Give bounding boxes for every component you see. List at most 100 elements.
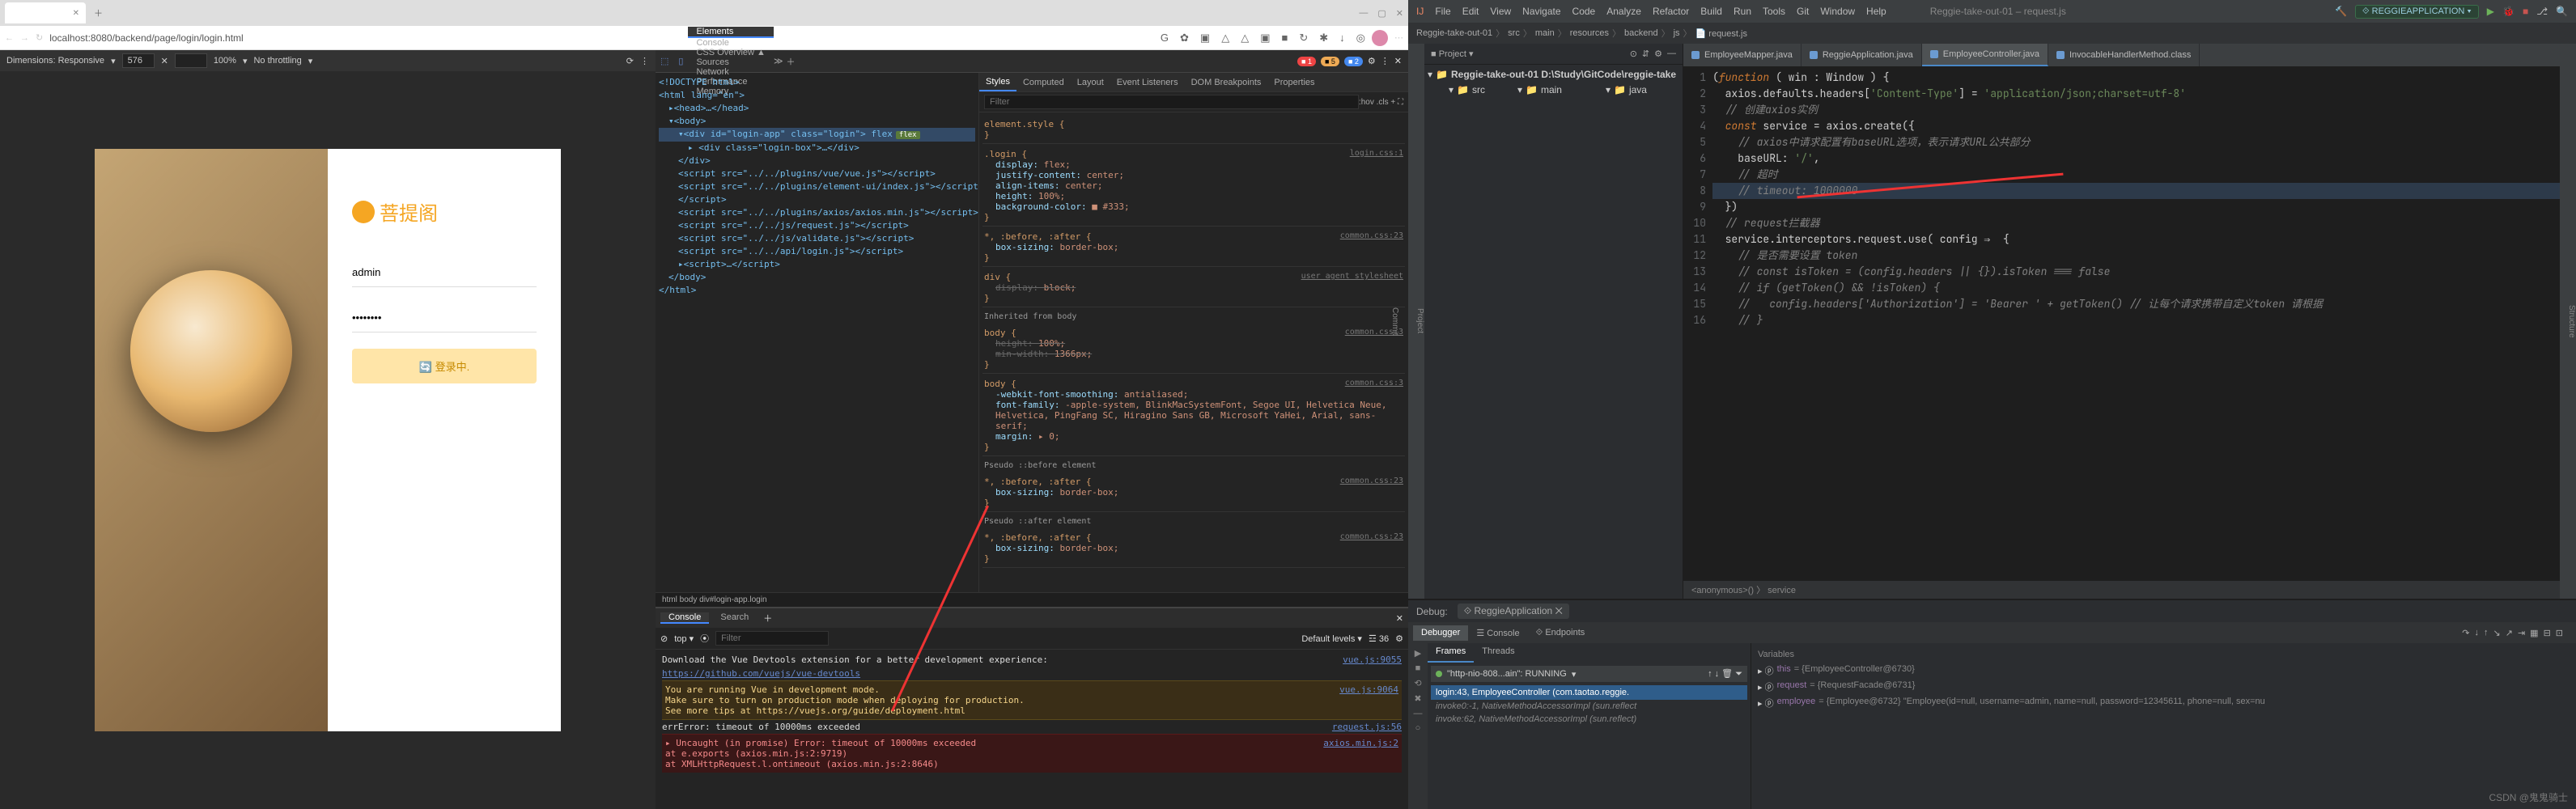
debug-step-icon[interactable]: ⇥ <box>2518 628 2525 638</box>
editor-tab[interactable]: ReggieApplication.java <box>1802 44 1922 66</box>
throttling-select[interactable]: No throttling <box>253 56 301 66</box>
editor-tab[interactable]: EmployeeController.java <box>1922 44 2048 66</box>
addr-ext-icon[interactable]: ▣ <box>1200 32 1210 44</box>
debug-ctrl-icon[interactable]: — <box>1414 709 1423 718</box>
console-close-icon[interactable]: ✕ <box>1396 613 1403 624</box>
tree-node[interactable]: ▾ 📦 com <box>1650 83 1683 96</box>
console-settings-icon[interactable]: ⚙ <box>1395 633 1403 644</box>
devtools-tab[interactable]: CSS Overview ▲ <box>688 48 773 57</box>
collapse-icon[interactable]: ⇵ <box>1642 49 1649 59</box>
nav-fwd-icon[interactable]: → <box>20 33 29 43</box>
menu-item[interactable]: Run <box>1734 6 1751 17</box>
clear-console-icon[interactable]: ⊘ <box>660 633 668 644</box>
code-line[interactable]: service.interceptors.request.use( config… <box>1712 231 2560 248</box>
debug-config[interactable]: ⟐ ReggieApplication ✕ <box>1458 604 1569 619</box>
right-tool-strip[interactable]: Structure <box>2560 44 2576 599</box>
console-line[interactable]: https://github.com/vuejs/vue-devtools <box>662 667 1402 680</box>
dom-node[interactable]: ▾<div id="login-app" class="login"> flex… <box>659 128 975 142</box>
refresh-icon[interactable]: ↻ <box>36 32 43 43</box>
search-icon[interactable]: 🔍 <box>2556 6 2568 17</box>
code-line[interactable]: // request拦截器 <box>1712 215 2560 231</box>
breadcrumb-item[interactable]: Reggie-take-out-01 <box>1416 28 1492 38</box>
hide-icon[interactable]: — <box>1667 49 1676 59</box>
code-line[interactable]: baseURL: '/', <box>1712 150 2560 167</box>
breadcrumb-item[interactable]: 📄 request.js <box>1695 28 1747 39</box>
close-icon[interactable]: ✕ <box>73 9 79 18</box>
addr-ext-icon[interactable]: ◎ <box>1356 32 1365 44</box>
context-select[interactable]: top ▾ <box>674 633 694 644</box>
styles-tab[interactable]: DOM Breakpoints <box>1185 73 1268 91</box>
addr-ext-icon[interactable]: ▣ <box>1260 32 1270 44</box>
breadcrumb-item[interactable]: src <box>1508 28 1520 38</box>
editor-tab[interactable]: InvocableHandlerMethod.class <box>2048 44 2200 66</box>
addr-ext-icon[interactable]: ✿ <box>1180 32 1189 44</box>
editor-tab[interactable]: EmployeeMapper.java <box>1683 44 1802 66</box>
code-line[interactable]: // timeout: 1000000 <box>1712 183 2560 199</box>
menu-item[interactable]: Help <box>1866 6 1886 17</box>
run-icon[interactable]: ▶ <box>2487 6 2494 17</box>
code-line[interactable]: // 创建axios实例 <box>1712 102 2560 118</box>
addr-ext-icon[interactable]: △ <box>1221 32 1229 44</box>
nav-back-icon[interactable]: ← <box>5 33 14 43</box>
code-line[interactable]: (function ( win : Window ) { <box>1712 70 2560 86</box>
console-tab[interactable]: Console <box>660 612 709 624</box>
menu-item[interactable]: Build <box>1700 6 1722 17</box>
maximize-icon[interactable]: ▢ <box>1377 8 1386 19</box>
code-line[interactable]: // config.headers['Authorization'] = 'Be… <box>1712 296 2560 312</box>
avatar[interactable] <box>1372 30 1388 46</box>
variable-row[interactable]: ▸ ⓟ this = {EmployeeController@6730} <box>1758 663 2570 679</box>
info-badge[interactable]: ■ 2 <box>1344 57 1363 66</box>
debug-step-icon[interactable]: ↓ <box>2475 628 2480 638</box>
code-line[interactable]: }) <box>1712 199 2560 215</box>
menu-item[interactable]: Code <box>1572 6 1596 17</box>
frames-tab[interactable]: Threads <box>1474 643 1522 663</box>
console-filter[interactable] <box>715 631 829 646</box>
eye-icon[interactable]: ⦿ <box>700 632 709 645</box>
breadcrumb-item[interactable]: backend <box>1624 28 1658 38</box>
ide-breadcrumb[interactable]: Reggie-take-out-01〉src〉main〉resources〉ba… <box>1408 23 2576 44</box>
login-button[interactable]: 🔄 登录中. <box>352 349 537 383</box>
console-tab[interactable]: Search <box>712 612 757 622</box>
console-line[interactable]: request.js:56errError: timeout of 10000m… <box>662 720 1402 734</box>
css-rule[interactable]: element.style {} <box>982 116 1405 144</box>
settings-icon[interactable]: ⚙ <box>1368 56 1376 66</box>
dock-icon[interactable]: ⋮ <box>1381 56 1390 66</box>
menu-item[interactable]: File <box>1435 6 1450 17</box>
tree-node[interactable]: ▾ 📁 src <box>1431 83 1485 96</box>
dom-tree[interactable]: <!DOCTYPE html><html lang="en">▸<head>…<… <box>656 73 979 592</box>
debug-ctrl-icon[interactable]: ⟲ <box>1414 678 1421 688</box>
debug-step-icon[interactable]: ⊡ <box>2556 628 2563 638</box>
dom-node[interactable]: <script src="../../plugins/vue/vue.js"><… <box>659 167 975 180</box>
variable-row[interactable]: ▸ ⓟ request = {RequestFacade@6731} <box>1758 679 2570 695</box>
height-input[interactable] <box>175 53 207 68</box>
console-more-icon[interactable]: ＋ <box>763 612 772 625</box>
settings-icon[interactable]: ⚙ <box>1654 49 1662 59</box>
editor-breadcrumb[interactable]: <anonymous>() 〉 service <box>1683 581 2560 599</box>
debug-ctrl-icon[interactable]: ▶ <box>1415 648 1421 659</box>
run-config-select[interactable]: ⟐ REGGIEAPPLICATION ▾ <box>2355 5 2479 19</box>
console-line[interactable]: axios.min.js:2▸ Uncaught (in promise) Er… <box>662 734 1402 773</box>
styles-filter[interactable] <box>984 95 1359 109</box>
width-input[interactable] <box>122 53 155 68</box>
dom-node[interactable]: </script> <box>659 193 975 206</box>
dom-node[interactable]: <!DOCTYPE html> <box>659 76 975 89</box>
debug-step-icon[interactable]: ⊟ <box>2544 628 2551 638</box>
console-line[interactable]: vue.js:9055Download the Vue Devtools ext… <box>662 653 1402 667</box>
dom-node[interactable]: </html> <box>659 284 975 297</box>
dom-node[interactable]: <script src="../../js/validate.js"></scr… <box>659 232 975 245</box>
project-header[interactable]: ■ Project ▾ <box>1431 49 1474 59</box>
zoom-select[interactable]: 100% <box>214 56 236 66</box>
css-rule[interactable]: common.css:23*, :before, :after {box-siz… <box>982 228 1405 267</box>
code-line[interactable]: const service = axios.create({ <box>1712 118 2560 134</box>
frames-tab[interactable]: Frames <box>1428 643 1474 663</box>
menu-item[interactable]: Analyze <box>1606 6 1641 17</box>
debug-tab[interactable]: Debugger <box>1413 625 1468 641</box>
stack-frame[interactable]: invoke0:-1, NativeMethodAccessorImpl (su… <box>1431 700 1747 713</box>
levels-select[interactable]: Default levels ▾ <box>1301 633 1362 644</box>
css-rule[interactable]: common.css:3body {height: 100%;min-width… <box>982 324 1405 374</box>
addr-ext-icon[interactable]: ↓ <box>1339 32 1345 44</box>
addr-ext-icon[interactable]: ✱ <box>1319 32 1328 44</box>
dom-node[interactable]: <script src="../../js/request.js"></scri… <box>659 219 975 232</box>
breadcrumb-item[interactable]: main <box>1535 28 1555 38</box>
devtools-tab[interactable]: Sources <box>688 57 773 67</box>
